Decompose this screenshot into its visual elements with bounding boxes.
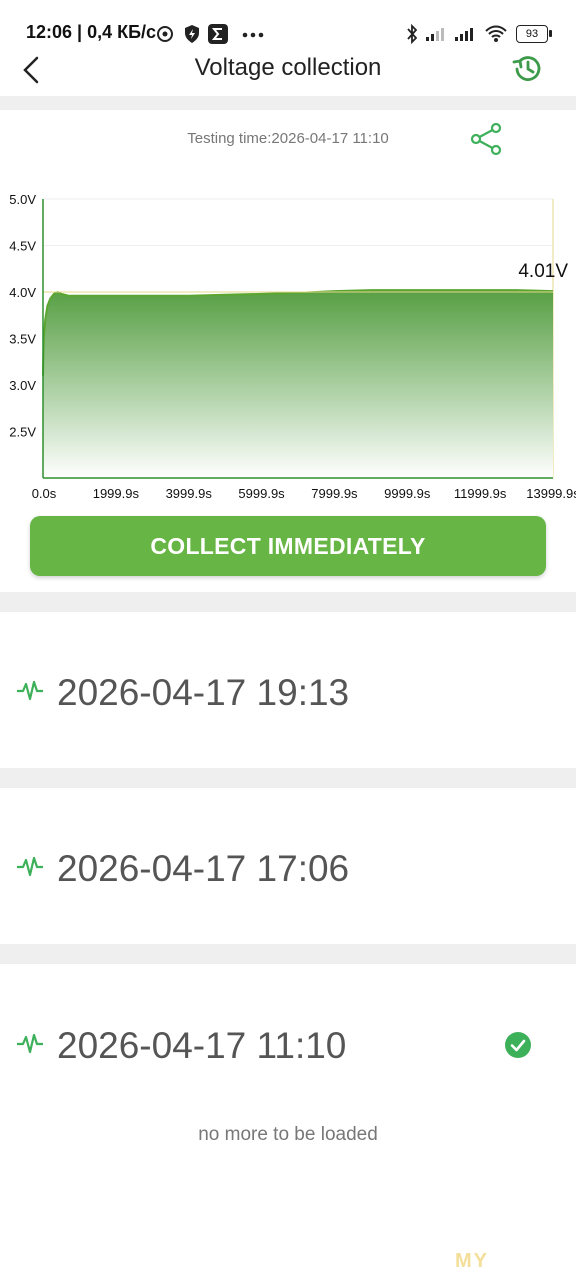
more-dots-icon [242,32,264,38]
section-divider [0,944,576,964]
battery-level: 93 [525,28,539,40]
y-tick-label: 4.0V [9,285,36,300]
signal-icon [455,28,473,41]
x-tick-label: 0.0s [32,486,57,501]
x-tick-label: 5999.9s [238,486,285,501]
record-time: 2026-04-17 17:06 [57,848,350,889]
collect-immediately-button[interactable]: COLLECT IMMEDIATELY [30,516,546,576]
voltage-chart: 5.0V 4.5V 4.0V 3.5V 3.0V 2.5V 0.0s 1999.9s 3999… [9,192,576,501]
record-item-selected[interactable]: 2026-04-17 11:10 [0,964,576,1114]
pulse-icon [17,680,43,701]
status-time: 12:06 | 0,4 КБ/с [26,22,157,42]
x-tick-label: 1999.9s [93,486,140,501]
y-tick-label: 5.0V [9,192,36,207]
record-item[interactable]: 2026-04-17 17:06 [0,788,576,944]
record-item[interactable]: 2026-04-17 19:13 [0,612,576,768]
no-more-label: no more to be loaded [198,1124,378,1145]
page-title: Voltage collection [194,54,382,81]
sigma-icon [208,24,228,44]
battery-tip [549,30,552,37]
watermark-text: MY [455,1250,489,1272]
header-divider [0,96,576,110]
y-tick-label: 4.5V [9,239,36,254]
x-tick-label: 13999.9s [526,486,576,501]
voltage-area [43,290,553,478]
x-tick-labels: 0.0s 1999.9s 3999.9s 5999.9s 7999.9s 9999.9s 1… [32,486,576,501]
x-tick-label: 3999.9s [166,486,213,501]
section-divider [0,592,576,612]
x-tick-label: 7999.9s [311,486,358,501]
history-clock-icon[interactable] [510,53,546,85]
y-tick-label: 3.5V [9,332,36,347]
x-tick-label: 11999.9s [454,486,507,501]
battery-icon: 93 [516,25,548,43]
pulse-icon [17,1033,43,1054]
x-tick-label: 9999.9s [384,486,431,501]
shield-bolt-icon [185,25,199,43]
y-tick-label: 3.0V [9,378,36,393]
wifi-icon [485,25,507,42]
bluetooth-icon [407,24,418,44]
gauge-icon [157,26,173,42]
record-time: 2026-04-17 19:13 [57,672,350,713]
selected-check-icon [505,1032,531,1058]
share-icon[interactable] [470,122,504,156]
last-value-label: 4.01V [518,261,568,282]
y-tick-labels: 5.0V 4.5V 4.0V 3.5V 3.0V 2.5V [9,192,36,440]
watermark-logo: MY [455,1250,489,1273]
signal-icon [426,28,444,41]
pulse-icon [17,856,43,877]
section-divider [0,768,576,788]
record-time: 2026-04-17 11:10 [57,1025,347,1066]
y-tick-label: 2.5V [9,425,36,440]
